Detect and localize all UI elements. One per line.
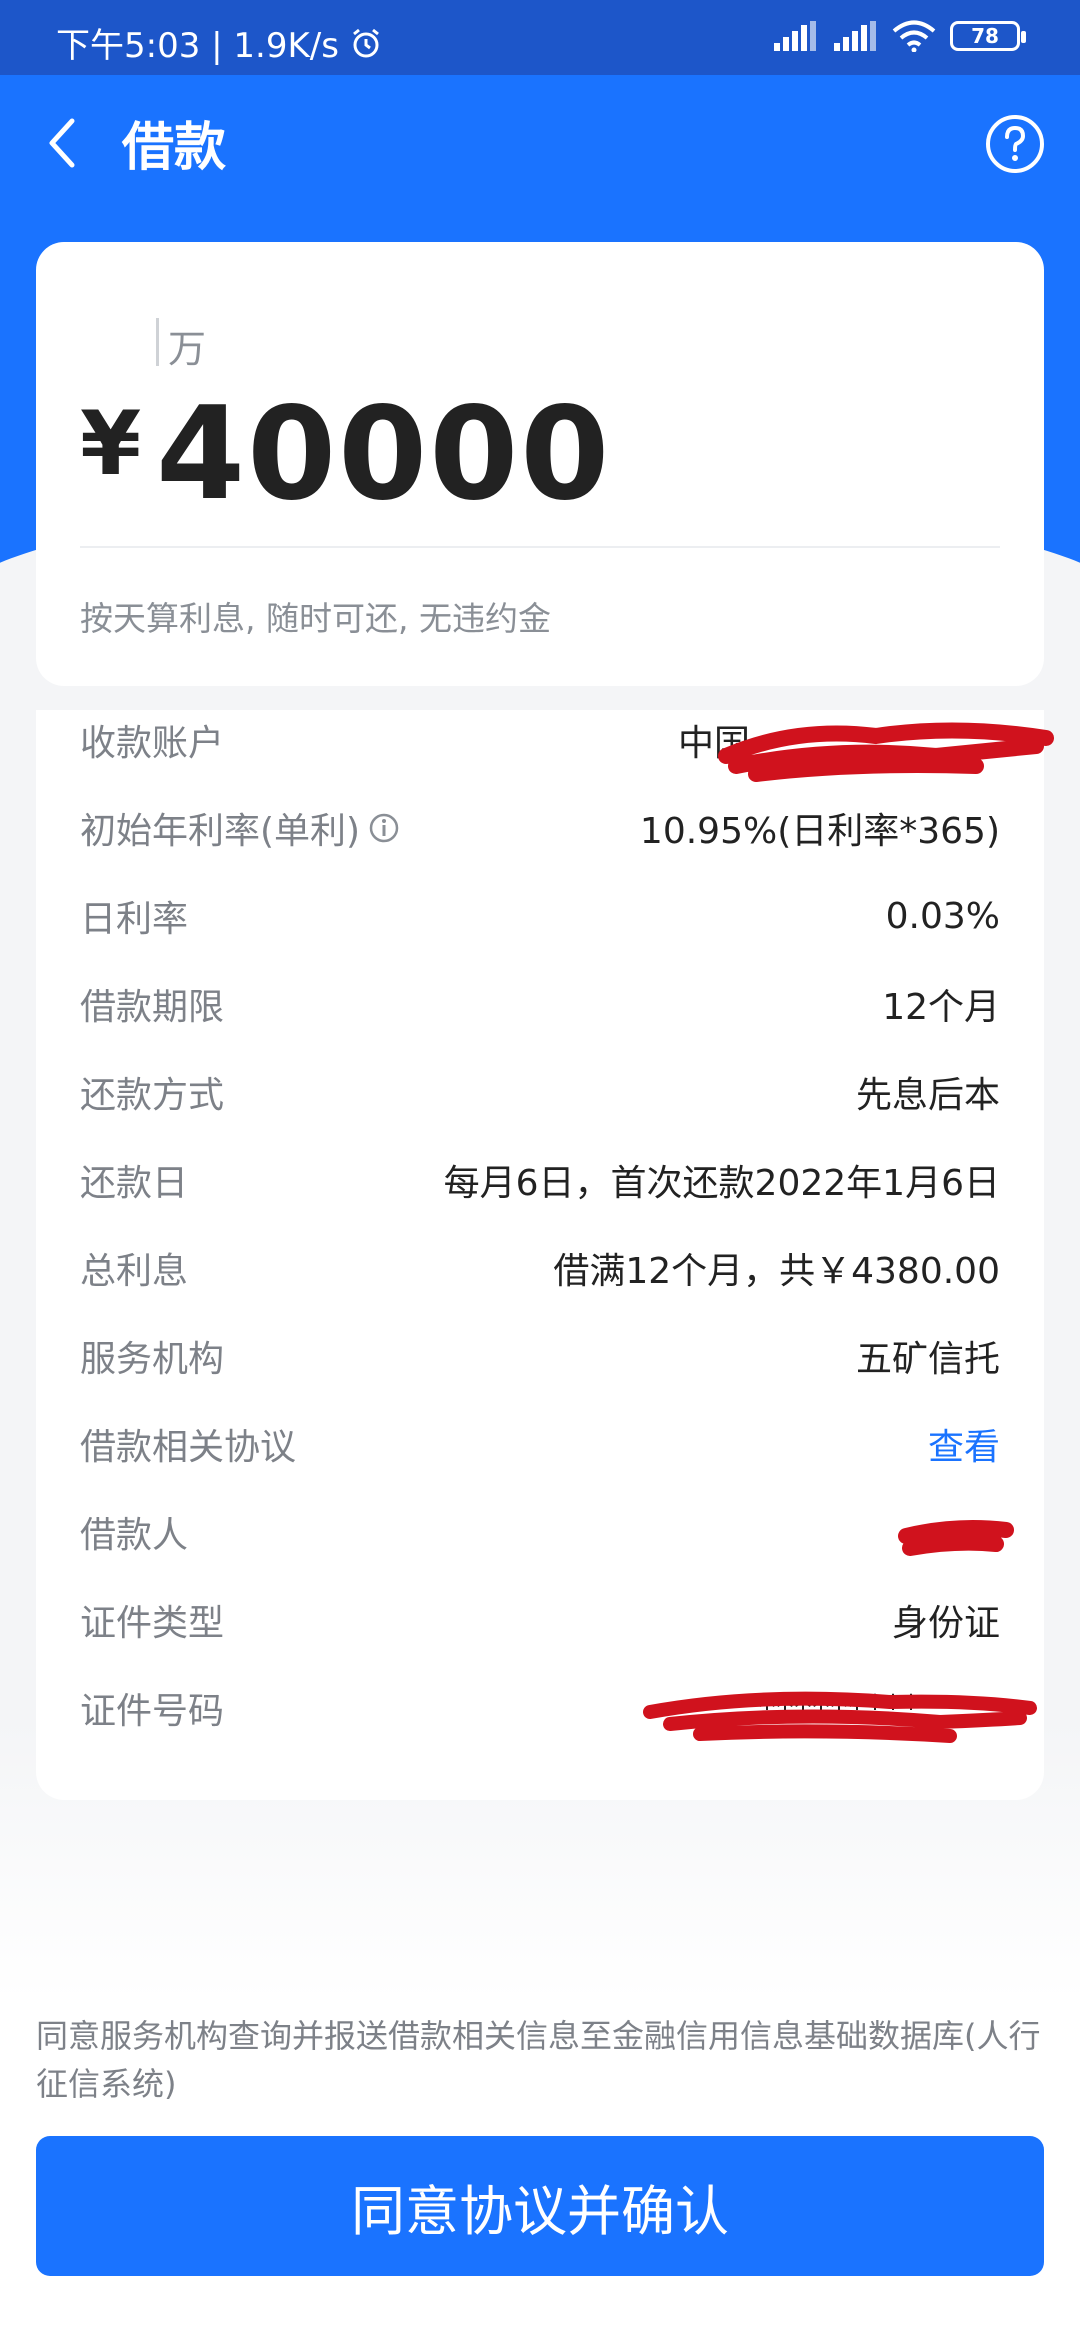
alarm-icon [353,28,379,57]
page-title: 借款 [122,118,227,178]
currency-symbol: ¥ [80,392,142,495]
detail-value: 借满12个月，共￥4380.00 [553,1251,1000,1292]
detail-label: 初始年利率(单利) [80,802,400,854]
detail-value: 0.03% [885,895,1000,937]
detail-row-daily-rate: 日利率 0.03% [80,886,1000,946]
status-icons: 78 [772,20,1026,52]
detail-row-repay-method: 还款方式 先息后本 [80,1062,1000,1122]
detail-row-id-type: 证件类型 身份证 [80,1590,1000,1650]
detail-label: 借款期限 [80,987,225,1028]
detail-row-repay-date: 还款日 每月6日，首次还款2022年1月6日 [80,1150,1000,1210]
status-time-text: 下午5:03 | 1.9K/s [56,26,339,66]
amount-card: 万 ¥ 40000 按天算利息, 随时可还, 无违约金 [36,242,1044,686]
view-agreement-link[interactable]: 查看 [928,1418,1000,1470]
detail-row-annual-rate: 初始年利率(单利) 10.95%(日利率*365) [80,798,1000,858]
detail-label: 借款相关协议 [80,1427,297,1468]
amount-unit-hint: 万 [168,327,207,371]
detail-value: 每月6日，首次还款2022年1月6日 [443,1163,1000,1204]
help-icon[interactable] [984,113,1046,175]
detail-label: 还款方式 [80,1075,225,1116]
detail-value: 12个月 [882,987,1000,1028]
detail-label: 借款人 [80,1515,189,1556]
detail-label: 证件号码 [80,1691,225,1732]
signal-icon [774,21,816,51]
input-cursor [156,318,159,366]
detail-row-institution: 服务机构 五矿信托 [80,1326,1000,1386]
info-icon[interactable] [368,812,400,844]
detail-label-text: 初始年利率(单利) [80,811,361,852]
detail-label: 还款日 [80,1163,189,1204]
detail-value: 先息后本 [855,1075,1000,1116]
battery-icon: 78 [950,21,1026,51]
detail-value: 10.95%(日利率*365) [639,811,1000,852]
detail-row-borrower: 借款人 [80,1502,1000,1562]
loan-details-card: 收款账户 中国 初始年利率(单利) 10.95%(日利率*365) 日利率 0.… [36,710,1054,1800]
signal-icon-2 [834,21,876,51]
detail-row-term: 借款期限 12个月 [80,974,1000,1034]
consent-text: 同意服务机构查询并报送借款相关信息至金融信用信息基础数据库(人行征信系统) [36,2017,1041,2103]
loan-confirm-screen: 下午5:03 | 1.9K/s 78 借款 万 ¥ 40000 按天算利息, 随… [0,0,1080,2340]
detail-label: 日利率 [80,899,189,940]
detail-label: 收款账户 [80,723,225,764]
redaction-mark [898,1520,1014,1556]
agree-confirm-button[interactable]: 同意协议并确认 [36,2136,1044,2276]
detail-row-agreement: 借款相关协议 查看 [80,1414,1000,1474]
status-bar: 下午5:03 | 1.9K/s 78 [0,0,1080,75]
loan-amount-input[interactable]: 40000 [156,380,611,529]
detail-label: 服务机构 [80,1339,225,1380]
detail-value: 五矿信托 [855,1339,1000,1380]
wifi-icon [892,20,936,52]
detail-label: 证件类型 [80,1603,225,1644]
interest-note: 按天算利息, 随时可还, 无违约金 [80,599,551,638]
redaction-mark [643,1691,1037,1743]
detail-row-total-interest: 总利息 借满12个月，共￥4380.00 [80,1238,1000,1298]
status-time: 下午5:03 | 1.9K/s [56,18,383,67]
nav-bar: 借款 [0,75,1080,210]
redaction-mark [718,722,1054,782]
back-arrow-icon[interactable] [42,113,82,173]
detail-label: 总利息 [80,1251,189,1292]
divider [80,546,1000,548]
detail-value: 身份证 [891,1603,1000,1644]
